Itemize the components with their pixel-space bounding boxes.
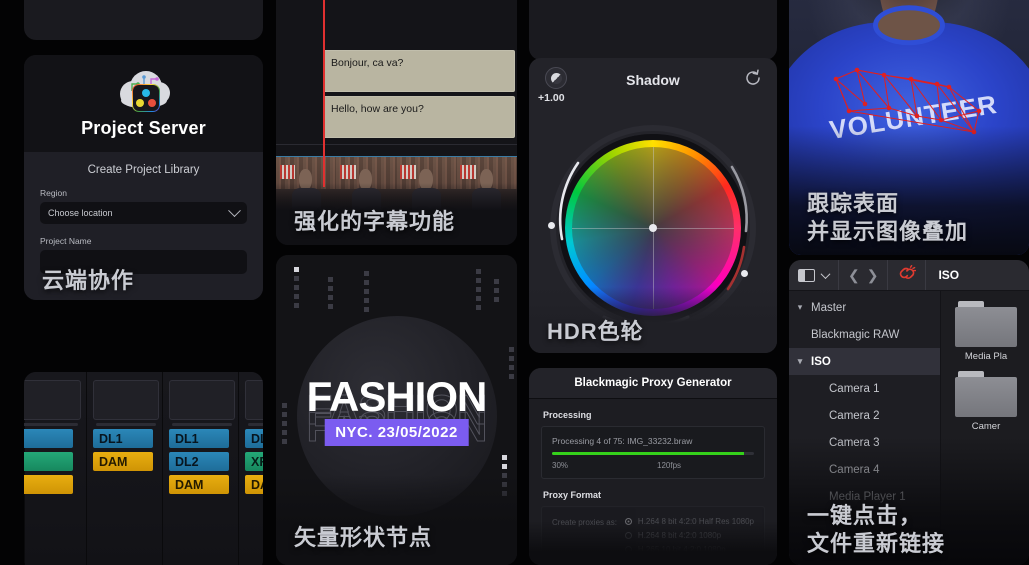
- create-project-library-heading: Create Project Library: [40, 164, 247, 176]
- media-pool-tree-label: Camera 2: [829, 410, 880, 422]
- color-wheel-title: Shadow: [529, 72, 777, 88]
- chevron-down-icon[interactable]: ▾: [789, 302, 811, 313]
- proxy-generator-card: Blackmagic Proxy Generator Processing Pr…: [529, 368, 777, 565]
- dot-column: [476, 269, 481, 310]
- subtitle-track-area[interactable]: Bonjour, ca va? Hello, how are you?: [276, 0, 517, 187]
- region-select-value: Choose location: [48, 208, 113, 218]
- progress-bar: [552, 452, 754, 455]
- dot-column: [364, 271, 369, 312]
- project-name-label: Project Name: [40, 236, 247, 246]
- progress-percent: 30%: [552, 461, 657, 470]
- folder-icon: [955, 307, 1017, 347]
- playhead[interactable]: [323, 0, 325, 187]
- dot-column: [509, 347, 514, 379]
- cloud-resolve-logo-icon: [118, 69, 170, 109]
- timeline-track-1[interactable]: [24, 372, 86, 565]
- relink-caption-line1: 一键点击，: [807, 503, 922, 529]
- timeline-clip[interactable]: XFX1: [245, 452, 263, 471]
- region-select[interactable]: Choose location: [40, 202, 247, 224]
- relink-broken-link-icon[interactable]: [897, 265, 916, 286]
- media-pool-tree-item[interactable]: Camera 2: [789, 402, 940, 429]
- region-label: Region: [40, 188, 247, 198]
- progress-fps: 120fps: [657, 461, 681, 470]
- timeline-clip[interactable]: DL1: [93, 429, 153, 448]
- subtitle-feature-caption: 强化的字幕功能: [294, 209, 455, 235]
- screenshot-root: Project Server Create Project Library Re…: [0, 0, 1029, 565]
- media-pool-title: ISO: [926, 268, 959, 282]
- timeline-track-2[interactable]: DL1 DAM: [86, 372, 162, 565]
- media-pool-tree-item[interactable]: ▾Master: [789, 294, 940, 321]
- panel-layout-group[interactable]: [789, 260, 839, 290]
- media-pool-tree-item[interactable]: Blackmagic RAW: [789, 321, 940, 348]
- timeline-track-3[interactable]: DL1 DL2 DAM: [162, 372, 238, 565]
- tracking-caption-line2: 并显示图像叠加: [807, 219, 968, 245]
- hdr-color-wheel-card: +1.00 Shadow HDR色轮: [529, 58, 777, 353]
- dot-column: [294, 267, 299, 308]
- empty-card-top-middle: [529, 0, 777, 60]
- processing-panel: Processing 4 of 75: IMG_33232.braw 30% 1…: [541, 426, 765, 479]
- timeline-clip[interactable]: DAM: [93, 452, 153, 471]
- project-server-header: Project Server: [24, 55, 263, 152]
- empty-card-top-left: [24, 0, 263, 40]
- fashion-title-card: FASHION FASHION FASHION NYC. 23/05/2022 …: [276, 255, 517, 565]
- dot-column: [328, 277, 333, 309]
- folder-icon: [955, 377, 1017, 417]
- surface-tracking-photo-card: VOLUNTEER 跟踪表面 并显示图像叠加: [789, 0, 1029, 255]
- timeline-clip[interactable]: DAM: [169, 475, 229, 494]
- davinci-resolve-icon: [132, 84, 160, 112]
- subtitle-timeline-card: Bonjour, ca va? Hello, how are you? 强化的字…: [276, 0, 517, 245]
- processing-label: Processing: [543, 410, 777, 420]
- proxy-generator-title: Blackmagic Proxy Generator: [529, 368, 777, 399]
- shirt-collar: [873, 5, 945, 45]
- tracking-caption-line1: 跟踪表面: [807, 191, 899, 217]
- media-pool-tree-item[interactable]: Camera 1: [789, 375, 940, 402]
- timeline-track-4[interactable]: DL2 XFX1 DAM: [238, 372, 263, 565]
- timeline-clip[interactable]: DL2: [169, 452, 229, 471]
- media-pool-tree-label: ISO: [811, 356, 831, 368]
- timeline-clip[interactable]: DL1: [169, 429, 229, 448]
- reset-icon[interactable]: [743, 68, 763, 88]
- timeline-clip[interactable]: [24, 452, 73, 471]
- chevron-down-icon: [228, 204, 241, 217]
- timeline-color-card: DL1 DAM DL1 DL2 DAM DL2 XFX1 DAM: [24, 372, 263, 565]
- media-pool-tree-label: Master: [811, 302, 846, 314]
- media-pool-tree-label: Camera 1: [829, 383, 880, 395]
- processing-status: Processing 4 of 75: IMG_33232.braw: [552, 436, 754, 446]
- navigation-group[interactable]: ❮ ❯: [839, 260, 888, 290]
- hdr-wheel-caption: HDR色轮: [547, 319, 644, 345]
- arc-handle-right[interactable]: [741, 270, 748, 277]
- timeline-clip[interactable]: [24, 475, 73, 494]
- relink-caption-line2: 文件重新链接: [807, 531, 945, 557]
- timeline-clip[interactable]: [24, 429, 73, 448]
- timeline-clip[interactable]: DAM: [245, 475, 263, 494]
- folder-label: Media Pla: [955, 351, 1017, 362]
- media-pool-toolbar: ❮ ❯ ISO: [789, 260, 1029, 291]
- timeline-clip[interactable]: DL2: [245, 429, 263, 448]
- project-server-card: Project Server Create Project Library Re…: [24, 55, 263, 300]
- folder-item[interactable]: Media Pla: [955, 301, 1017, 362]
- subtitle-clip-2[interactable]: Hello, how are you?: [323, 96, 515, 138]
- arc-handle-left[interactable]: [548, 222, 555, 229]
- subtitle-clip-1[interactable]: Bonjour, ca va?: [323, 50, 515, 92]
- fashion-date-chip: NYC. 23/05/2022: [324, 419, 469, 446]
- chevron-down-icon[interactable]: ▾: [789, 356, 811, 367]
- project-server-title: Project Server: [81, 118, 206, 139]
- chevron-right-icon[interactable]: ❯: [867, 268, 879, 282]
- cloud-collab-caption: 云端协作: [42, 268, 134, 294]
- fashion-headline: FASHION: [307, 373, 487, 421]
- panel-layout-icon[interactable]: [798, 269, 815, 282]
- proxy-format-label: Proxy Format: [543, 490, 777, 500]
- vector-shape-node-caption: 矢量形状节点: [294, 525, 432, 551]
- media-pool-tree-item[interactable]: ▾ISO: [789, 348, 940, 375]
- folder-label: Camer: [955, 421, 1017, 432]
- relink-group[interactable]: [888, 260, 926, 290]
- dot-column: [282, 403, 287, 444]
- color-wheel-value: +1.00: [538, 92, 565, 104]
- chevron-down-icon[interactable]: [821, 269, 831, 279]
- media-pool-card: ❮ ❯ ISO ▾MasterBlackmagic RAW▾ISOCamera …: [789, 260, 1029, 565]
- dot-column: [494, 279, 499, 302]
- chevron-left-icon[interactable]: ❮: [848, 268, 860, 282]
- media-pool-tree-label: Blackmagic RAW: [811, 329, 899, 341]
- folder-item[interactable]: Camer: [955, 371, 1017, 432]
